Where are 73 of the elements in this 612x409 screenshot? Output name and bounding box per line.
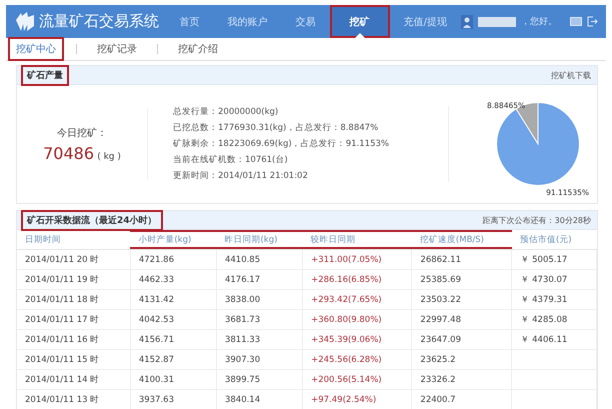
table-cell: 23647.09 (420, 334, 461, 344)
nav-tab[interactable]: 挖矿 (330, 5, 390, 38)
table-cell: 2014/01/11 14 时 (25, 374, 100, 384)
stat-line: 总发行量：20000000(kg) (173, 106, 280, 118)
table-cell: 3899.75 (224, 374, 260, 384)
table-cell: 3681.73 (224, 314, 260, 324)
today-mining-value: 70486 (43, 144, 94, 162)
table-cell: 4152.87 (138, 354, 174, 364)
table-cell: +97.49(2.54%) (311, 394, 376, 404)
stat-line: 当前在线矿机数：10761(台) (173, 154, 289, 166)
table-cell: 2014/01/11 20 时 (25, 254, 100, 264)
table-cell: 3838.00 (224, 294, 260, 304)
table-cell: +311.00(7.05%) (311, 254, 382, 264)
table-cell: ￥ 4285.08 (520, 314, 568, 324)
table-cell: 4156.71 (138, 334, 174, 344)
table-cell: 3937.63 (138, 394, 174, 404)
column-header: 昨日同期(kg) (216, 230, 303, 250)
nav-tab[interactable]: 充值/提现 (390, 5, 461, 38)
table-cell: 4721.86 (138, 254, 174, 264)
column-header: 预估市值(元) (512, 230, 596, 250)
table-cell: 3840.14 (224, 394, 260, 404)
nav-tab[interactable]: 首页 (166, 5, 214, 38)
nav-tab[interactable]: 我的账户 (214, 5, 282, 38)
table-cell: 23625.2 (420, 354, 456, 364)
table-cell: 2014/01/11 13 时 (25, 394, 100, 404)
greeting-text: ，您好。 (521, 16, 557, 28)
subnav-tab[interactable]: 挖矿记录 (91, 39, 143, 59)
table-cell: 22997.48 (420, 314, 461, 324)
table-cell: 2014/01/11 19 时 (25, 274, 100, 284)
table-cell: 4462.33 (138, 274, 174, 284)
table-cell: 4131.42 (138, 294, 174, 304)
table-cell: 4410.85 (224, 254, 260, 264)
subnav-tab[interactable]: 挖矿中心 (10, 39, 62, 59)
table-cell: 4042.53 (138, 314, 174, 324)
table-cell: +345.39(9.06%) (311, 334, 382, 344)
miner-download-link[interactable]: 挖矿机下载 (551, 70, 591, 80)
countdown-text: 距离下次公布还有：30分28秒 (482, 214, 591, 226)
panel-title: 矿石开采数据流（最近24小时） (23, 212, 161, 228)
column-header: 小时产量(kg) (130, 230, 216, 250)
table-cell: 26862.11 (420, 254, 461, 264)
table-cell: +286.16(6.85%) (311, 274, 382, 284)
panel-title: 矿石产量 (23, 66, 67, 84)
table-cell: ￥ 5005.17 (520, 254, 568, 264)
table-cell: 23326.2 (420, 374, 456, 384)
table-cell: 25385.69 (420, 274, 461, 284)
table-cell: 2014/01/11 18 时 (25, 294, 100, 304)
table-cell: +200.56(5.14%) (311, 374, 382, 384)
table-cell: 2014/01/11 17 时 (25, 314, 100, 324)
subnav-tab[interactable]: 挖矿介绍 (172, 39, 224, 59)
table-cell: ￥ 4406.11 (520, 334, 568, 344)
table-cell: 3811.33 (224, 334, 260, 344)
app-logo-title: 流量矿石交易系统 (39, 12, 159, 31)
today-mining-label: 今日挖矿： (57, 126, 107, 140)
nav-tab[interactable]: 交易 (282, 5, 330, 38)
column-header: 较昨日同期 (302, 230, 412, 250)
stat-line: 更新时间：2014/01/11 21:01:02 (173, 170, 309, 182)
table-cell: 2014/01/11 16 时 (25, 334, 100, 344)
table-cell: ￥ 4379.31 (520, 294, 568, 304)
table-cell: 4176.17 (224, 274, 260, 284)
stat-line: 已挖总数：1776930.31(kg)，占总发行：8.8847% (173, 122, 380, 134)
table-cell: +293.42(7.65%) (311, 294, 382, 304)
table-cell: 2014/01/11 15 时 (25, 354, 100, 364)
table-cell: 4100.31 (138, 374, 174, 384)
table-cell: ￥ 4730.07 (520, 274, 568, 284)
table-cell: +360.80(9.80%) (311, 314, 382, 324)
column-header: 挖矿速度(MB/S) (412, 230, 512, 250)
table-cell: 23503.22 (420, 294, 461, 304)
table-cell: 3907.30 (224, 354, 260, 364)
stat-line: 矿脉剩余：18223069.69(kg)，占总发行：91.1153% (173, 138, 390, 150)
table-cell: 22400.7 (420, 394, 456, 404)
table-cell: +245.56(6.28%) (311, 354, 382, 364)
column-header: 日期时间 (17, 230, 130, 250)
unit-label: ( kg ) (97, 152, 121, 162)
